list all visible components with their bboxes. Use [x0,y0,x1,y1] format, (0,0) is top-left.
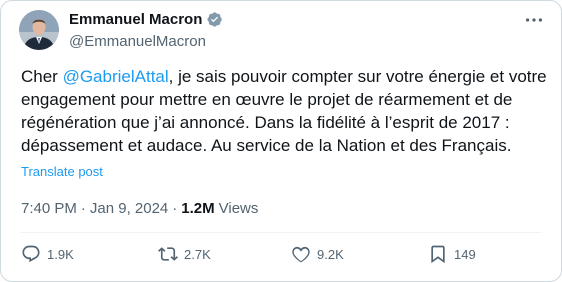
views-count: 1.2M [181,200,215,217]
meta-separator: · [80,200,86,217]
tweet-text: Cher @GabrielAttal, je sais pouvoir comp… [21,65,551,157]
verified-badge-icon [206,11,223,28]
mention-link[interactable]: @GabrielAttal [63,67,169,86]
action-bar: 1.9K 2.7K 9.2K 149 [21,244,551,270]
avatar[interactable] [19,10,59,50]
repost-count: 2.7K [184,246,211,262]
bookmark-count: 149 [454,246,476,262]
author-handle[interactable]: @EmmanuelMacron [69,33,206,50]
tweet-text-prefix: Cher [21,67,63,86]
reply-icon [22,245,40,263]
tweet-meta: 7:40 PM · Jan 9, 2024 · 1.2M Views [21,200,258,217]
tweet-date[interactable]: Jan 9, 2024 [90,200,168,217]
reply-button[interactable]: 1.9K [21,244,74,264]
divider [21,232,541,233]
like-button[interactable]: 9.2K [291,244,344,264]
tweet-card: Emmanuel Macron @EmmanuelMacron Cher @Ga… [0,0,562,282]
author-name[interactable]: Emmanuel Macron [69,11,202,28]
views-label: Views [218,200,259,217]
tweet-time[interactable]: 7:40 PM [21,200,77,217]
bookmark-button[interactable]: 149 [428,244,476,264]
repost-button[interactable]: 2.7K [158,244,211,264]
like-count: 9.2K [317,246,344,262]
repost-icon [158,247,178,261]
reply-count: 1.9K [47,246,74,262]
bookmark-icon [431,245,445,264]
more-options-icon[interactable] [523,9,547,33]
heart-icon [292,246,310,263]
translate-post-link[interactable]: Translate post [21,164,103,179]
meta-separator: · [172,200,178,217]
